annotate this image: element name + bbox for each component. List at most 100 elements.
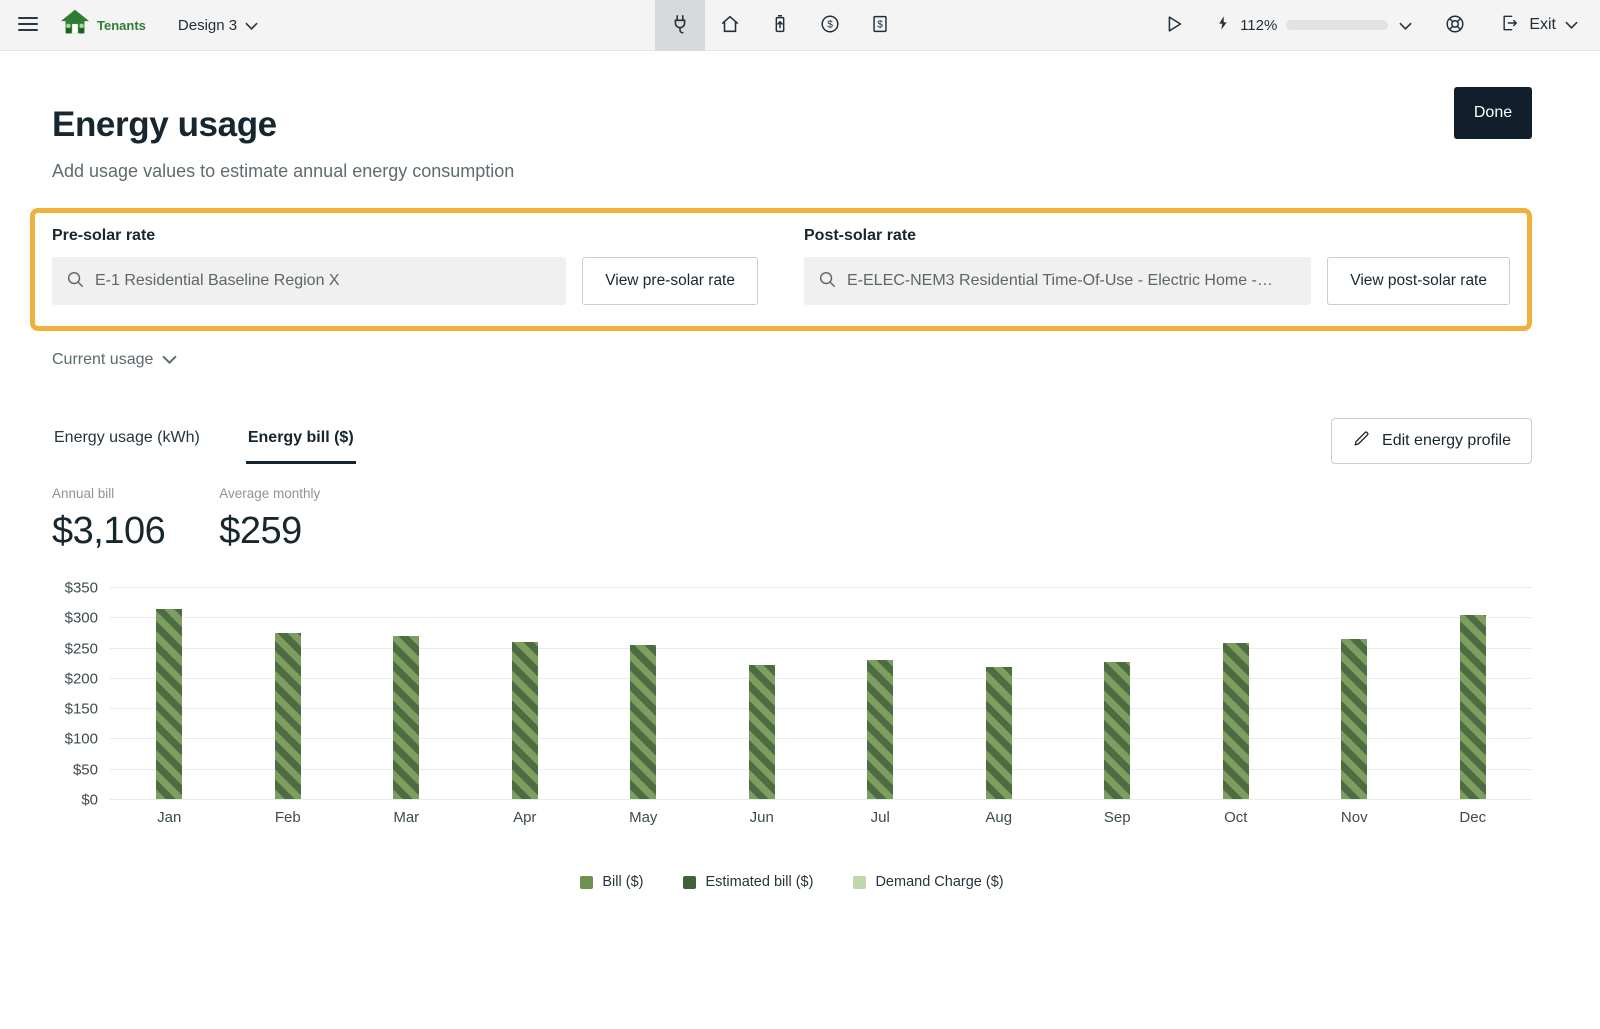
post-solar-rate-group: Post-solar rate E-ELEC-NEM3 Residential … (804, 227, 1510, 305)
main-content: Done Energy usage Add usage values to es… (0, 51, 1600, 890)
chart-x-labels: JanFebMarAprMayJunJulAugSepOctNovDec (110, 809, 1532, 826)
legend-item: Estimated bill ($) (683, 874, 813, 890)
search-icon (818, 270, 836, 293)
post-solar-rate-value: E-ELEC-NEM3 Residential Time-Of-Use - El… (847, 272, 1273, 290)
pre-solar-rate-label: Pre-solar rate (52, 227, 758, 245)
chart-y-tick: $250 (65, 640, 98, 657)
nav-plug-button[interactable] (655, 0, 705, 51)
chart-bar-mar (393, 636, 419, 799)
average-monthly-value: $259 (219, 510, 320, 553)
chart-gridline: $0 (110, 799, 1532, 800)
simulate-button[interactable] (1157, 7, 1191, 44)
topbar-right: 112% (1157, 7, 1582, 44)
chart-bar-jan (156, 609, 182, 799)
topbar-left: Tenants Design 3 (12, 8, 262, 43)
home-icon (719, 13, 741, 38)
legend-item: Demand Charge ($) (853, 874, 1003, 890)
view-pre-solar-rate-button[interactable]: View pre-solar rate (582, 257, 758, 305)
chart-bar-oct (1223, 643, 1249, 799)
chart-bar-nov (1341, 639, 1367, 799)
chart-gridline: $300 (110, 617, 1532, 618)
post-solar-rate-row: E-ELEC-NEM3 Residential Time-Of-Use - El… (804, 257, 1510, 305)
hamburger-icon (18, 16, 38, 35)
chevron-down-icon (245, 17, 258, 34)
chart-plot: $0$50$100$150$200$250$300$350 (110, 587, 1532, 799)
lifebuoy-icon (1444, 13, 1466, 38)
exit-label: Exit (1529, 16, 1556, 34)
chart-x-tick: Aug (940, 809, 1059, 826)
legend-label: Demand Charge ($) (875, 874, 1003, 890)
search-icon (66, 270, 84, 293)
annual-bill-value: $3,106 (52, 510, 165, 553)
chart-legend: Bill ($) Estimated bill ($) Demand Charge … (52, 874, 1532, 890)
battery-icon (769, 13, 791, 38)
legend-swatch (683, 876, 696, 889)
chart-y-tick: $350 (65, 580, 98, 597)
chart-gridline: $200 (110, 678, 1532, 679)
post-solar-rate-input[interactable]: E-ELEC-NEM3 Residential Time-Of-Use - El… (804, 257, 1311, 305)
design-label: Design 3 (178, 17, 237, 34)
svg-text:$: $ (877, 19, 883, 30)
chart-gridline: $350 (110, 587, 1532, 588)
chart-bar-apr (512, 642, 538, 799)
tenants-logo-icon (58, 8, 92, 43)
topbar-nav-icons: $ $ (655, 0, 905, 50)
pre-solar-rate-group: Pre-solar rate E-1 Residential Baseline … (52, 227, 758, 305)
design-selector[interactable]: Design 3 (174, 11, 262, 40)
chart-x-tick: Mar (347, 809, 466, 826)
app-window: Tenants Design 3 (0, 0, 1600, 890)
chart-bar-jun (749, 665, 775, 799)
average-monthly-label: Average monthly (219, 486, 320, 501)
current-usage-label: Current usage (52, 351, 153, 369)
support-button[interactable] (1438, 7, 1472, 44)
bill-stats: Annual bill $3,106 Average monthly $259 (52, 486, 1532, 553)
exit-button[interactable]: Exit (1496, 9, 1582, 42)
done-button[interactable]: Done (1454, 87, 1532, 139)
nav-home-button[interactable] (705, 0, 755, 51)
chart-y-tick: $100 (65, 731, 98, 748)
page-subtitle: Add usage values to estimate annual ener… (52, 161, 1532, 182)
tab-energy-usage-kwh[interactable]: Energy usage (kWh) (52, 417, 202, 464)
rates-highlight-box: Pre-solar rate E-1 Residential Baseline … (30, 208, 1532, 331)
charge-progress-bar (1286, 20, 1388, 30)
page-title: Energy usage (52, 105, 1532, 145)
chart-y-tick: $300 (65, 610, 98, 627)
average-monthly-stat: Average monthly $259 (219, 486, 320, 553)
annual-bill-label: Annual bill (52, 486, 165, 501)
pre-solar-rate-input[interactable]: E-1 Residential Baseline Region X (52, 257, 566, 305)
chart-x-tick: Jun (703, 809, 822, 826)
chart-x-tick: May (584, 809, 703, 826)
chart-y-tick: $150 (65, 701, 98, 718)
logo-label: Tenants (97, 18, 146, 33)
charge-percent-label: 112% (1240, 17, 1277, 34)
tabs-row: Energy usage (kWh) Energy bill ($) Edit … (52, 417, 1532, 464)
legend-label: Bill ($) (602, 874, 643, 890)
nav-pricing-button[interactable]: $ (805, 0, 855, 51)
pre-solar-rate-row: E-1 Residential Baseline Region X View p… (52, 257, 758, 305)
chart-x-tick: Jan (110, 809, 229, 826)
charge-dropdown-button[interactable] (1397, 16, 1414, 35)
nav-rates-button[interactable]: $ (855, 0, 905, 51)
plug-icon (669, 13, 691, 38)
topbar: Tenants Design 3 (0, 0, 1600, 51)
edit-energy-profile-button[interactable]: Edit energy profile (1331, 418, 1532, 464)
tab-energy-bill[interactable]: Energy bill ($) (246, 417, 356, 464)
exit-door-icon (1500, 13, 1520, 38)
current-usage-toggle[interactable]: Current usage (52, 347, 177, 373)
chevron-down-icon (162, 351, 177, 369)
edit-energy-profile-label: Edit energy profile (1382, 432, 1511, 450)
menu-button[interactable] (12, 10, 44, 41)
legend-swatch (580, 876, 593, 889)
chart-bar-sep (1104, 662, 1130, 799)
chart-bar-feb (275, 633, 301, 799)
chart-x-tick: Apr (466, 809, 585, 826)
view-post-solar-rate-button[interactable]: View post-solar rate (1327, 257, 1510, 305)
energy-bill-chart: $0$50$100$150$200$250$300$350 JanFebMarA… (52, 587, 1532, 890)
pencil-icon (1352, 429, 1371, 453)
nav-battery-button[interactable] (755, 0, 805, 51)
dollar-circle-icon: $ (819, 13, 841, 38)
play-icon (1163, 13, 1185, 38)
chart-gridline: $150 (110, 708, 1532, 709)
chart-x-tick: Sep (1058, 809, 1177, 826)
chart-x-tick: Oct (1177, 809, 1296, 826)
